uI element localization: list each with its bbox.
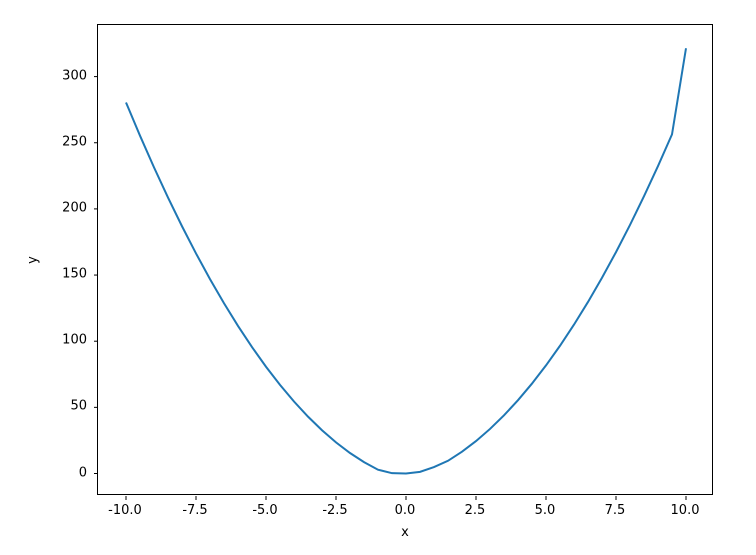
chart-axes bbox=[97, 24, 713, 495]
y-axis-label: y bbox=[26, 256, 41, 264]
series-curve bbox=[126, 48, 686, 473]
x-tick-label: -10.0 bbox=[108, 503, 142, 518]
x-tick-label: 7.5 bbox=[605, 503, 626, 518]
figure: -10.0 -7.5 -5.0 -2.5 0.0 2.5 5.0 7.5 10.0 0 50 100… bbox=[0, 0, 756, 555]
x-tick-label: 10.0 bbox=[671, 503, 700, 518]
plot-area bbox=[98, 25, 712, 494]
y-tick-label: 50 bbox=[70, 399, 87, 414]
x-tick-label: -2.5 bbox=[322, 503, 347, 518]
y-tick-label: 300 bbox=[62, 68, 87, 83]
x-tick-label: -5.0 bbox=[252, 503, 277, 518]
x-tick-label: 0.0 bbox=[395, 503, 416, 518]
x-axis-label: x bbox=[401, 525, 409, 540]
y-tick-label: 250 bbox=[62, 134, 87, 149]
y-tick-label: 100 bbox=[62, 333, 87, 348]
x-tick-label: -7.5 bbox=[182, 503, 207, 518]
y-tick-label: 0 bbox=[79, 465, 87, 480]
x-tick-label: 2.5 bbox=[465, 503, 486, 518]
y-tick-label: 200 bbox=[62, 200, 87, 215]
x-tick-label: 5.0 bbox=[535, 503, 556, 518]
y-tick-label: 150 bbox=[62, 267, 87, 282]
